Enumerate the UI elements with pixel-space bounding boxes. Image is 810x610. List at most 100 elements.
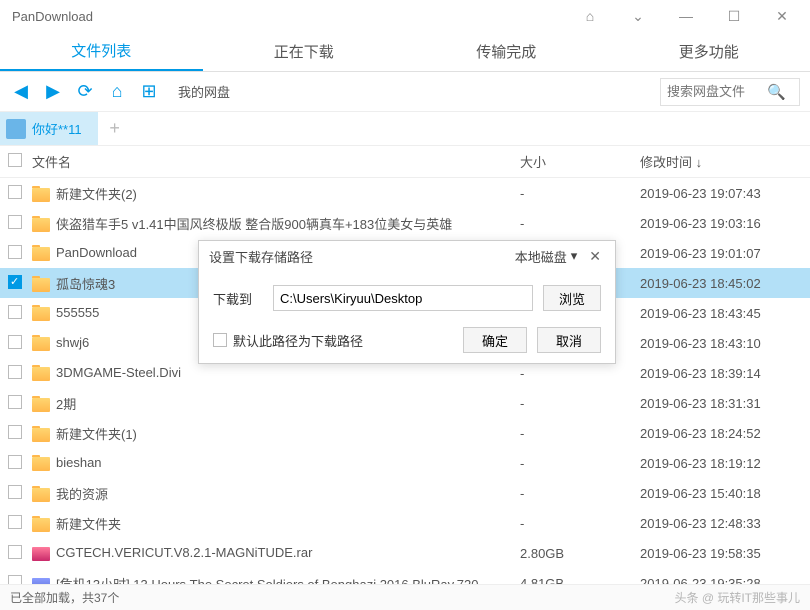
- select-all[interactable]: [0, 153, 30, 170]
- folder-icon: [32, 307, 50, 321]
- file-row[interactable]: 我的资源-2019-06-23 15:40:18: [0, 478, 810, 508]
- folder-icon: [32, 247, 50, 261]
- tab-downloading[interactable]: 正在下载: [203, 32, 406, 71]
- folder-icon: [32, 488, 50, 502]
- row-checkbox[interactable]: [0, 275, 30, 292]
- row-checkbox[interactable]: [0, 245, 30, 262]
- file-name[interactable]: bieshan: [30, 455, 520, 471]
- file-date: 2019-06-23 18:31:31: [640, 396, 810, 411]
- folder-icon: [32, 218, 50, 232]
- search-icon[interactable]: 🔍: [767, 83, 786, 101]
- maximize-icon[interactable]: ☐: [714, 8, 754, 25]
- file-name[interactable]: 新建文件夹: [30, 514, 520, 533]
- new-folder-icon[interactable]: ⊞: [138, 81, 160, 102]
- file-date: 2019-06-23 18:19:12: [640, 456, 810, 471]
- tab-more[interactable]: 更多功能: [608, 32, 810, 71]
- file-name[interactable]: 我的资源: [30, 484, 520, 503]
- folder-icon: [32, 367, 50, 381]
- file-name[interactable]: 新建文件夹(1): [30, 424, 520, 443]
- row-checkbox[interactable]: [0, 305, 30, 322]
- file-date: 2019-06-23 18:39:14: [640, 366, 810, 381]
- status-text: 已全部加载，共37个: [10, 589, 119, 606]
- row-checkbox[interactable]: [0, 185, 30, 202]
- file-row[interactable]: 新建文件夹(1)-2019-06-23 18:24:52: [0, 418, 810, 448]
- close-icon[interactable]: ✕: [762, 8, 802, 25]
- minimize-icon[interactable]: ―: [666, 8, 706, 24]
- row-checkbox[interactable]: [0, 425, 30, 442]
- dialog-close-icon[interactable]: ✕: [585, 248, 605, 265]
- tab-files[interactable]: 文件列表: [0, 32, 203, 71]
- search-box[interactable]: 🔍: [660, 78, 800, 106]
- file-date: 2019-06-23 19:07:43: [640, 186, 810, 201]
- avatar: [6, 119, 26, 139]
- file-size: -: [520, 186, 640, 201]
- file-date: 2019-06-23 18:43:45: [640, 306, 810, 321]
- home-icon[interactable]: ⌂: [106, 81, 128, 102]
- file-row[interactable]: 新建文件夹-2019-06-23 12:48:33: [0, 508, 810, 538]
- file-row[interactable]: 侠盗猎车手5 v1.41中国风终极版 整合版900辆真车+183位美女与英雄-2…: [0, 208, 810, 238]
- shirt-icon[interactable]: ⌂: [570, 8, 610, 24]
- download-path-dialog: 设置下载存储路径 本地磁盘 ▾ ✕ 下载到 浏览 默认此路径为下载路径 确定 取…: [198, 240, 616, 364]
- refresh-icon[interactable]: ⟳: [74, 81, 96, 102]
- default-path-checkbox[interactable]: 默认此路径为下载路径: [213, 331, 363, 350]
- checkbox-icon: [213, 333, 227, 347]
- user-tab[interactable]: 你好**11: [0, 112, 98, 145]
- nav-back-icon[interactable]: ◀: [10, 81, 32, 102]
- file-name[interactable]: 3DMGAME-Steel.Divi: [30, 365, 520, 381]
- watermark: 头条 @ 玩转IT那些事儿: [674, 589, 800, 606]
- row-checkbox[interactable]: [0, 545, 30, 562]
- file-name[interactable]: 2期: [30, 394, 520, 413]
- column-size[interactable]: 大小: [520, 152, 640, 171]
- folder-icon: [32, 428, 50, 442]
- path-input[interactable]: [273, 285, 533, 311]
- search-input[interactable]: [667, 84, 767, 99]
- folder-icon: [32, 398, 50, 412]
- file-date: 2019-06-23 12:48:33: [640, 516, 810, 531]
- file-name[interactable]: 新建文件夹(2): [30, 184, 520, 203]
- file-name[interactable]: CGTECH.VERICUT.V8.2.1-MAGNiTUDE.rar: [30, 545, 520, 561]
- dialog-footer: 默认此路径为下载路径 确定 取消: [213, 327, 601, 353]
- file-row[interactable]: 新建文件夹(2)-2019-06-23 19:07:43: [0, 178, 810, 208]
- row-checkbox[interactable]: [0, 395, 30, 412]
- path-row: 下载到 浏览: [213, 285, 601, 311]
- add-user-tab[interactable]: +: [98, 118, 132, 139]
- file-row[interactable]: 2期-2019-06-23 18:31:31: [0, 388, 810, 418]
- window-controls: ⌂ ⌄ ― ☐ ✕: [570, 8, 802, 25]
- dialog-body: 下载到 浏览 默认此路径为下载路径 确定 取消: [199, 271, 615, 363]
- status-bar: 已全部加载，共37个 头条 @ 玩转IT那些事儿: [0, 584, 810, 610]
- file-date: 2019-06-23 18:24:52: [640, 426, 810, 441]
- cancel-button[interactable]: 取消: [537, 327, 601, 353]
- nav-icons: ◀ ▶ ⟳ ⌂ ⊞: [10, 81, 160, 102]
- file-size: -: [520, 516, 640, 531]
- file-size: -: [520, 396, 640, 411]
- file-name[interactable]: 侠盗猎车手5 v1.41中国风终极版 整合版900辆真车+183位美女与英雄: [30, 214, 520, 233]
- ok-button[interactable]: 确定: [463, 327, 527, 353]
- dropdown-icon[interactable]: ⌄: [618, 8, 658, 25]
- browse-button[interactable]: 浏览: [543, 285, 601, 311]
- row-checkbox[interactable]: [0, 515, 30, 532]
- row-checkbox[interactable]: [0, 215, 30, 232]
- file-size: -: [520, 486, 640, 501]
- file-date: 2019-06-23 18:45:02: [640, 276, 810, 291]
- table-header: 文件名 大小 修改时间 ↓: [0, 146, 810, 178]
- disk-select[interactable]: 本地磁盘 ▾: [515, 247, 578, 266]
- row-checkbox[interactable]: [0, 335, 30, 352]
- folder-icon: [32, 188, 50, 202]
- download-to-label: 下载到: [213, 289, 263, 308]
- dialog-titlebar: 设置下载存储路径 本地磁盘 ▾ ✕: [199, 241, 615, 271]
- row-checkbox[interactable]: [0, 365, 30, 382]
- folder-icon: [32, 278, 50, 292]
- file-date: 2019-06-23 19:03:16: [640, 216, 810, 231]
- row-checkbox[interactable]: [0, 455, 30, 472]
- row-checkbox[interactable]: [0, 485, 30, 502]
- nav-forward-icon[interactable]: ▶: [42, 81, 64, 102]
- folder-icon: [32, 518, 50, 532]
- file-row[interactable]: bieshan-2019-06-23 18:19:12: [0, 448, 810, 478]
- column-name[interactable]: 文件名: [30, 152, 520, 171]
- breadcrumb[interactable]: 我的网盘: [170, 82, 650, 101]
- tab-completed[interactable]: 传输完成: [405, 32, 608, 71]
- file-row[interactable]: CGTECH.VERICUT.V8.2.1-MAGNiTUDE.rar2.80G…: [0, 538, 810, 568]
- column-date[interactable]: 修改时间 ↓: [640, 152, 810, 171]
- folder-icon: [32, 457, 50, 471]
- main-tabs: 文件列表 正在下载 传输完成 更多功能: [0, 32, 810, 72]
